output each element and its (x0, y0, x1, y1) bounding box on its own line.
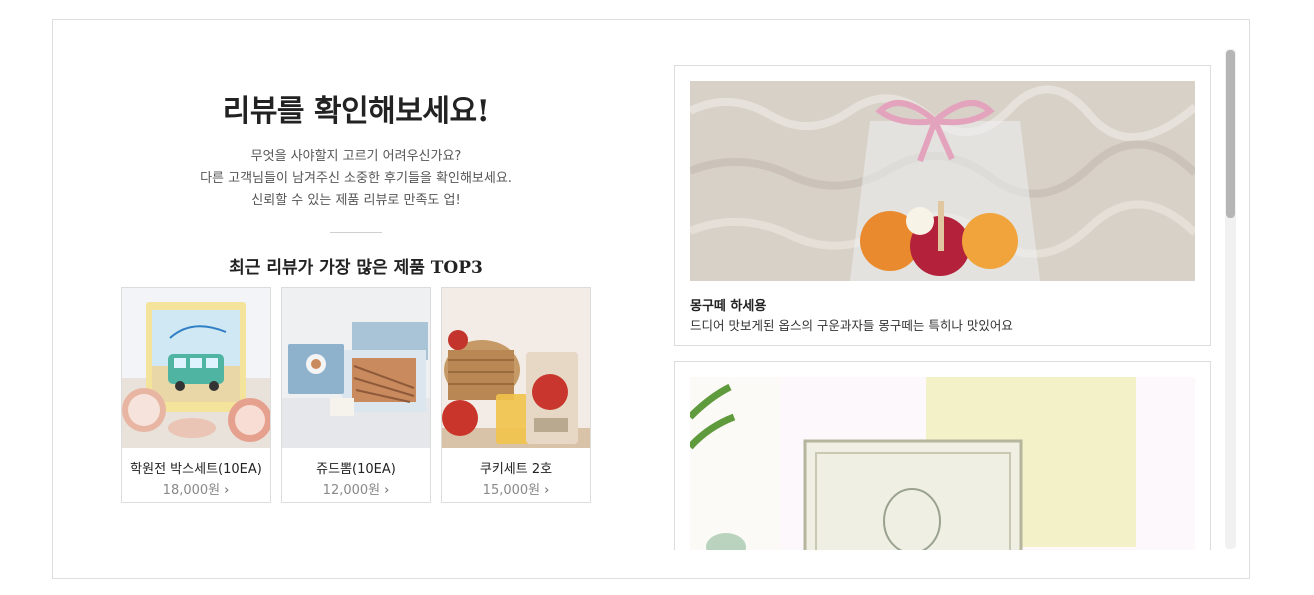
page-title: 리뷰를 확인해보세요! (222, 94, 490, 129)
intro-line: 다른 고객님들이 남겨주신 소중한 후기들을 확인해보세요. (200, 171, 512, 186)
product-card[interactable]: 쥬드뽐(10EA) 12,000원 › (281, 287, 431, 503)
product-card[interactable]: 학원전 박스세트(10EA) 18,000원 › (121, 287, 271, 503)
product-name: 쥬드뽐(10EA) (316, 462, 396, 477)
price-value: 15,000원 (482, 483, 541, 498)
product-price: 18,000원 › (122, 479, 270, 498)
review-list[interactable]: 몽구떼 하세용 드디어 맛보게된 옵스의 구운과자들 몽구떼는 특히나 맛있어요 (674, 45, 1224, 550)
review-intro: 리뷰를 확인해보세요! 무엇을 사야할지 고르기 어려우신가요? 다른 고객님들… (121, 90, 591, 280)
product-image (122, 288, 270, 448)
price-value: 18,000원 (162, 483, 221, 498)
top3-title: 최근 리뷰가 가장 많은 제품 TOP3 (229, 258, 483, 278)
chevron-right-icon: › (224, 483, 230, 498)
review-image (690, 81, 1195, 281)
chevron-right-icon: › (384, 483, 390, 498)
review-title: 몽구떼 하세용 (690, 299, 767, 314)
intro-line: 무엇을 사야할지 고르기 어려우신가요? (250, 149, 462, 164)
price-value: 12,000원 (322, 483, 381, 498)
product-price: 15,000원 › (442, 479, 590, 498)
intro-description: 무엇을 사야할지 고르기 어려우신가요? 다른 고객님들이 남겨주신 소중한 후… (121, 146, 591, 212)
product-price: 12,000원 › (282, 479, 430, 498)
top3-products: 학원전 박스세트(10EA) 18,000원 › 쥬드뽐(10EA) 12,000… (121, 287, 591, 503)
product-name: 학원전 박스세트(10EA) (130, 462, 262, 477)
review-card[interactable]: 몽구떼 하세용 드디어 맛보게된 옵스의 구운과자들 몽구떼는 특히나 맛있어요 (674, 65, 1211, 346)
intro-line: 신뢰할 수 있는 제품 리뷰로 만족도 업! (251, 193, 461, 208)
review-image (690, 377, 1195, 550)
product-card[interactable]: 쿠키세트 2호 15,000원 › (441, 287, 591, 503)
product-image (442, 288, 590, 448)
scrollbar-thumb[interactable] (1226, 50, 1235, 218)
divider (330, 232, 382, 233)
chevron-right-icon: › (544, 483, 550, 498)
product-name: 쿠키세트 2호 (479, 462, 553, 477)
product-image (282, 288, 430, 448)
review-card[interactable] (674, 361, 1211, 550)
review-text: 드디어 맛보게된 옵스의 구운과자들 몽구떼는 특히나 맛있어요 (690, 318, 1013, 333)
